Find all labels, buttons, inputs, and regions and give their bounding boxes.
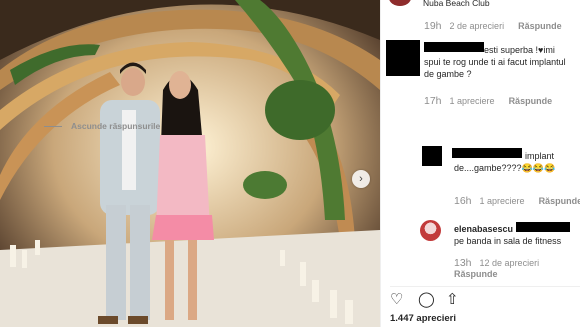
comment-likes[interactable]: 2 de aprecieri [450, 21, 505, 31]
chevron-right-icon: › [359, 173, 363, 185]
reply-username[interactable]: elenabasescu [454, 223, 513, 235]
comment-icon[interactable]: ◯ [418, 290, 435, 308]
comment-text-line: de gambe ? [424, 69, 472, 79]
comment-likes[interactable]: 1 apreciere [450, 96, 495, 106]
redacted-mention [516, 222, 570, 232]
hide-replies-link[interactable]: Ascunde răspunsurile [44, 121, 160, 131]
likes-count[interactable]: 1.447 aprecieri [390, 313, 456, 324]
reply-text-line: de....gambe????😂😂😂 [454, 163, 556, 173]
reply-time[interactable]: 13h [454, 257, 472, 269]
redacted-username [452, 148, 522, 158]
redacted-avatar [422, 146, 442, 166]
reply-button[interactable]: Răspunde [539, 196, 580, 206]
photo-illustration [0, 0, 380, 327]
share-icon[interactable]: ⇧ [446, 290, 459, 308]
reply-likes[interactable]: 12 de aprecieri [480, 258, 540, 268]
reply-button[interactable]: Răspunde [454, 269, 498, 279]
comment-time[interactable]: 17h [424, 95, 442, 107]
reply-meta: 13h 12 de aprecieri [454, 257, 553, 269]
comment-time[interactable]: 19h [424, 20, 442, 32]
reply-time[interactable]: 16h [454, 195, 472, 207]
redacted-username [424, 42, 484, 52]
heart-icon[interactable]: ♡ [390, 290, 403, 308]
next-photo-button[interactable]: › [352, 170, 370, 188]
reply-text-line: implant [525, 151, 555, 161]
post-location[interactable]: Nuba Beach Club [423, 0, 490, 8]
redacted-avatar [386, 40, 420, 76]
reply-button[interactable]: Răspunde [518, 21, 562, 31]
reply-meta: Răspunde [454, 269, 498, 279]
avatar[interactable] [389, 0, 411, 6]
reply-button[interactable]: Răspunde [509, 96, 553, 106]
reply-text-line: pe banda in sala de fitness [454, 236, 562, 246]
reply-likes[interactable]: 1 apreciere [480, 196, 525, 206]
comment-text-line: spui te rog unde ti ai facut implantul [424, 57, 566, 67]
avatar[interactable] [420, 220, 441, 241]
comment-meta: 17h 1 apreciere Răspunde [424, 95, 552, 107]
comment-text-line: esti superba !♥imi [484, 45, 555, 55]
post-photo: › [0, 0, 380, 327]
comment-meta: 19h 2 de aprecieri Răspunde [424, 20, 562, 32]
reply-meta: 16h 1 apreciere Răspunde [454, 195, 580, 207]
